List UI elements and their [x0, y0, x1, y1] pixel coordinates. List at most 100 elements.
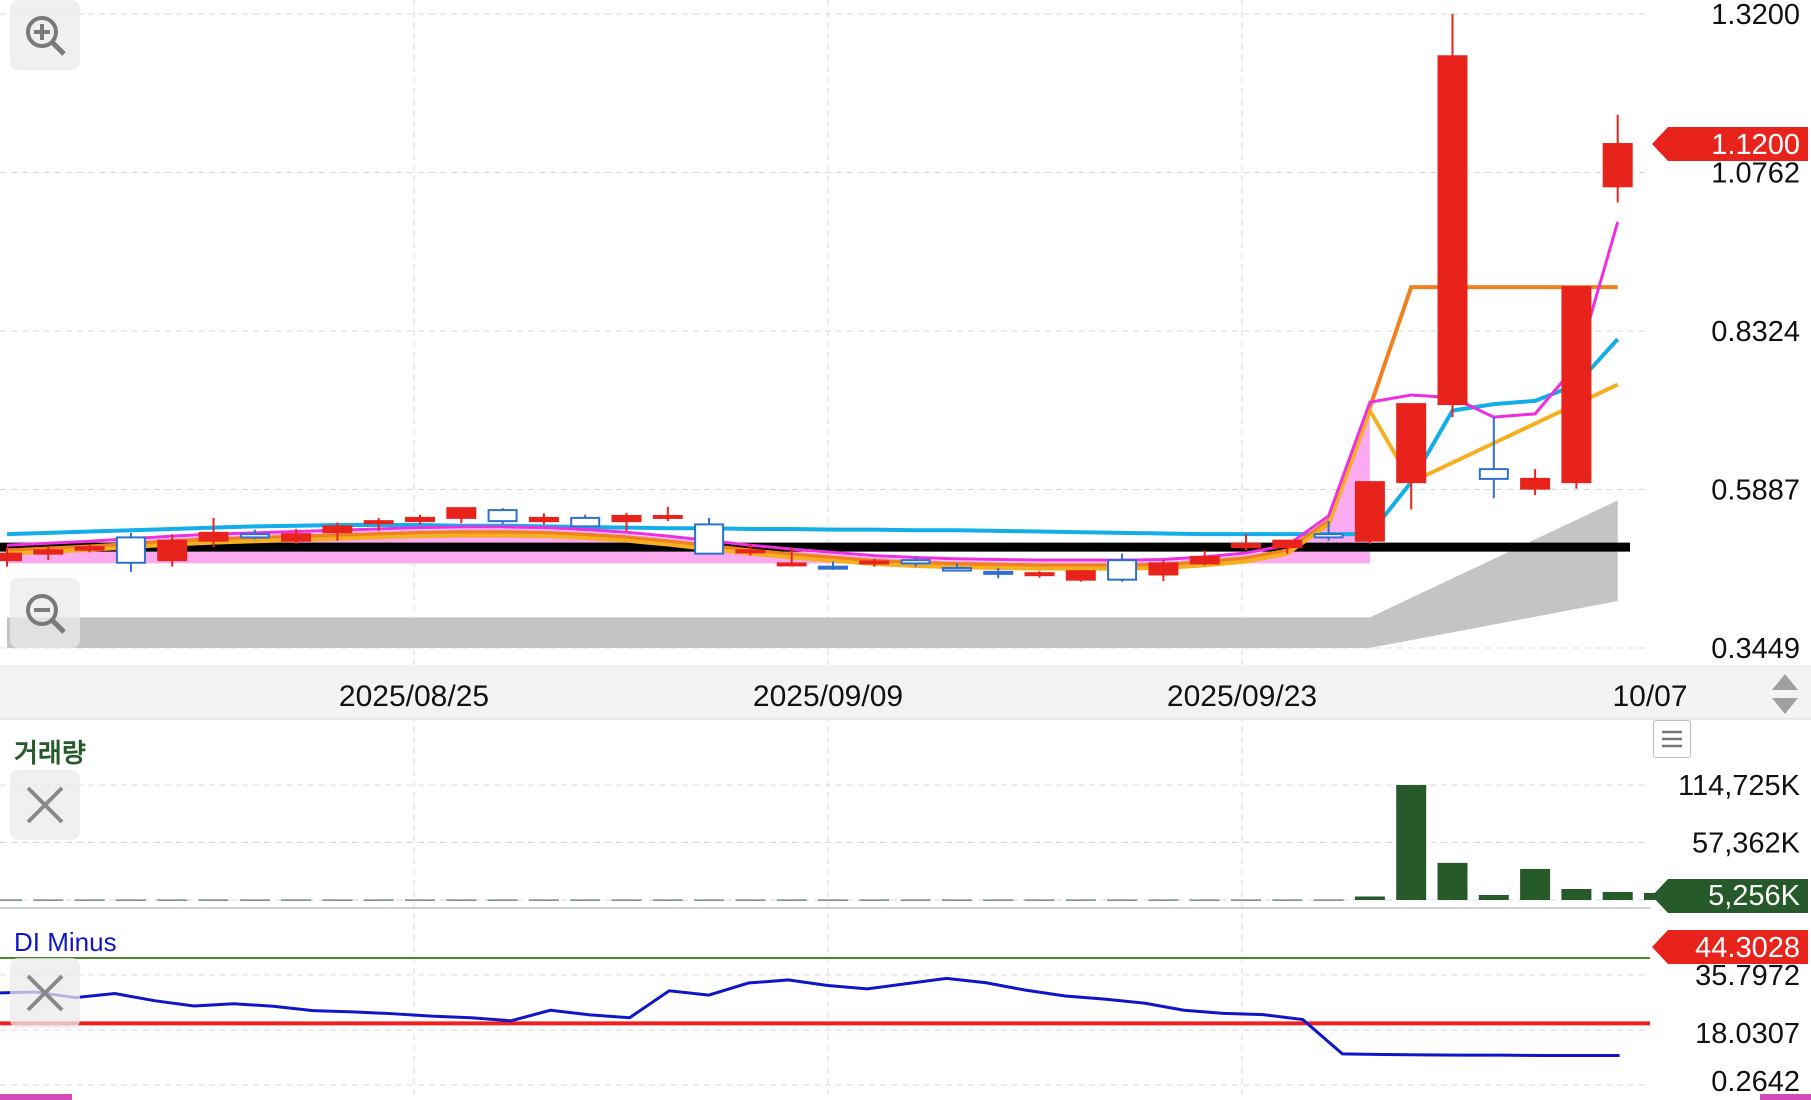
volume-bar	[1313, 899, 1344, 901]
x-tick-label: 2025/08/25	[339, 680, 489, 713]
volume-bar	[74, 899, 105, 901]
up-down-arrows-icon	[1772, 674, 1798, 714]
candle-body	[570, 516, 601, 528]
volume-bar	[1189, 899, 1220, 901]
volume-bar	[1561, 888, 1592, 900]
volume-bar	[1065, 899, 1096, 901]
volume-bar	[281, 899, 312, 901]
current-price-label: 1.1200	[1711, 129, 1800, 161]
panel-menu-button[interactable]	[1653, 720, 1691, 758]
candle-body	[900, 559, 931, 565]
volume-bar	[1478, 894, 1509, 900]
axis-scroll-button[interactable]	[1766, 670, 1804, 718]
volume-y-axis-labels: 114,725K 57,362K	[1678, 770, 1801, 860]
candle-body	[0, 552, 22, 562]
di-y-tick-label: 18.0307	[1695, 1018, 1800, 1050]
candle-body	[1024, 572, 1055, 577]
candle-body	[157, 539, 188, 562]
candle-body	[487, 509, 518, 523]
di-minus-line	[0, 976, 1620, 1057]
current-di-label: 44.3028	[1695, 932, 1800, 964]
current-volume-label: 5,256K	[1708, 880, 1801, 912]
zoom-out-button[interactable]	[10, 578, 80, 648]
main-plot-background	[0, 0, 1650, 665]
x-axis-background	[0, 665, 1811, 719]
candle-body	[1602, 143, 1633, 188]
pink-corner-marker-left	[0, 1094, 72, 1100]
volume-bar	[405, 899, 435, 901]
candle-body	[694, 523, 725, 555]
candle-body	[1396, 403, 1427, 484]
candle-body	[1231, 542, 1261, 549]
volume-bar	[1396, 785, 1427, 900]
volume-bar	[1231, 899, 1261, 901]
zoom-in-button[interactable]	[10, 0, 80, 70]
volume-panel-title: 거래량	[14, 738, 86, 768]
volume-bar	[941, 899, 972, 901]
di-y-axis-labels: 35.7972 18.0307 0.2642	[1695, 960, 1800, 1098]
volume-bar	[239, 899, 270, 901]
volume-bar	[1148, 899, 1179, 901]
candle-body	[859, 560, 890, 565]
candle-body	[652, 514, 683, 519]
candle-body	[1437, 55, 1468, 406]
candle-body	[322, 525, 353, 534]
candle-body	[1313, 533, 1344, 539]
volume-bar	[446, 899, 477, 901]
di-minus-panel: DI Minus 35.7972 18.0307 0.2642 44.3028	[0, 927, 1811, 1100]
chart-canvas: 1.3200 1.0762 0.8324 0.5887 0.3449 1.1200 20…	[0, 0, 1811, 1100]
volume-panel: 거래량 114,725K 57,362K 5,256K	[0, 738, 1808, 913]
volume-bar	[859, 899, 890, 901]
volume-bar	[1272, 899, 1303, 901]
volume-bar	[528, 899, 559, 901]
current-di-tag: 44.3028	[1652, 930, 1808, 964]
volume-bar	[818, 899, 848, 901]
candle-body	[1561, 286, 1592, 484]
volume-bar	[900, 899, 931, 901]
volume-bar	[322, 899, 353, 901]
candle-body	[528, 516, 559, 523]
main-y-tick-label: 0.5887	[1711, 474, 1800, 506]
candle-body	[281, 533, 312, 542]
candle-body	[1189, 555, 1220, 565]
candle-body	[1065, 570, 1096, 581]
volume-y-tick-label: 57,362K	[1692, 828, 1801, 860]
volume-bar	[1354, 896, 1385, 900]
zoom-out-icon	[26, 594, 66, 634]
current-price-tag: 1.1200	[1652, 127, 1808, 162]
volume-bar	[694, 899, 725, 901]
main-y-tick-label: 1.0762	[1711, 158, 1800, 190]
volume-bar	[1437, 862, 1468, 900]
candle-body	[611, 514, 642, 523]
candle-body	[735, 549, 766, 554]
candle-body	[1107, 559, 1138, 581]
volume-bar	[198, 899, 229, 901]
candle-body	[33, 549, 64, 555]
hamburger-menu-icon	[1662, 730, 1682, 748]
di-gridlines	[0, 974, 1650, 1086]
volume-bar	[115, 899, 146, 901]
volume-close-button[interactable]	[10, 770, 80, 840]
x-tick-label: 2025/09/23	[1167, 680, 1317, 713]
volume-bar	[0, 899, 22, 901]
volume-bar	[1602, 891, 1633, 900]
main-y-tick-label: 1.3200	[1711, 0, 1800, 31]
di-y-tick-label: 0.2642	[1711, 1066, 1800, 1098]
x-axis: 2025/08/25 2025/09/09 2025/09/23 10/07	[0, 665, 1811, 720]
volume-bar	[363, 899, 394, 901]
x-tick-label: 2025/09/09	[753, 680, 903, 713]
volume-bar	[983, 899, 1014, 901]
candle-body	[776, 562, 807, 567]
candle-body	[983, 570, 1014, 575]
di-close-button[interactable]	[10, 958, 80, 1028]
volume-bar	[157, 899, 188, 901]
close-icon	[26, 786, 64, 824]
candle-body	[405, 516, 435, 523]
volume-bar	[1520, 868, 1551, 900]
di-panel-title: DI Minus	[14, 927, 117, 957]
main-y-tick-label: 0.3449	[1711, 633, 1800, 665]
close-icon	[26, 974, 64, 1012]
candle-body	[446, 507, 477, 519]
volume-bar	[735, 899, 766, 901]
candle-body	[239, 533, 270, 539]
